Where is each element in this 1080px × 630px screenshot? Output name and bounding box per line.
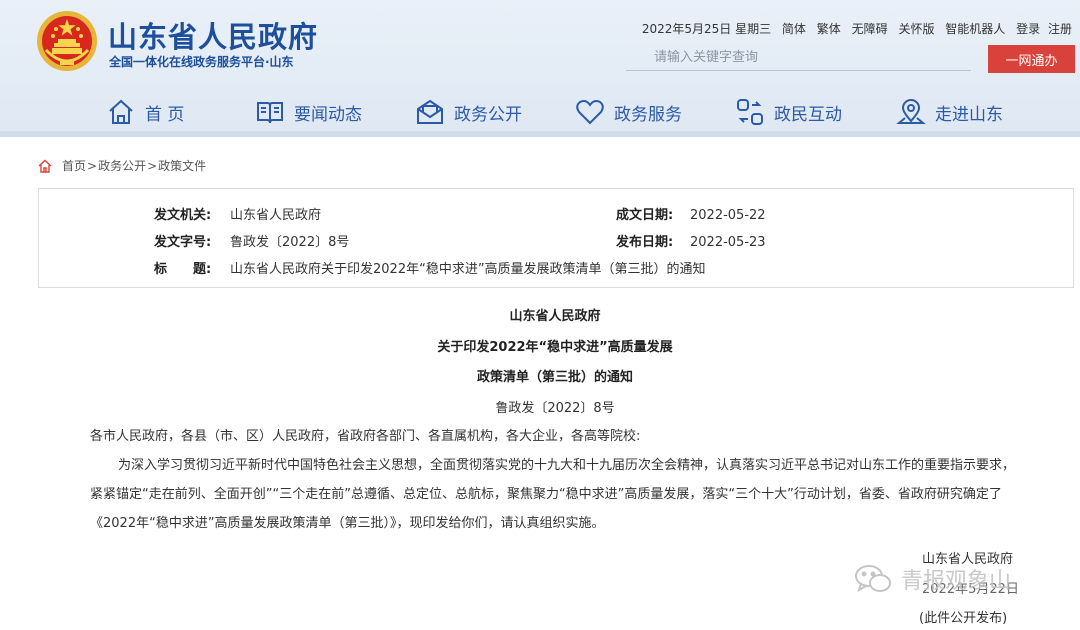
interaction-icon bbox=[737, 99, 763, 125]
register-link[interactable]: 注册 bbox=[1048, 22, 1072, 36]
nav-interaction[interactable]: 政民互动 bbox=[735, 94, 842, 130]
breadcrumb-gov-affairs[interactable]: 政务公开 bbox=[98, 157, 146, 174]
nav-about-shandong[interactable]: 走进山东 bbox=[896, 94, 1003, 130]
breadcrumb-separator: > bbox=[87, 158, 98, 173]
national-emblem-icon bbox=[37, 11, 97, 71]
wechat-watermark: 青报观象山 bbox=[853, 562, 1011, 596]
care-mode-link[interactable]: 关怀版 bbox=[898, 22, 934, 36]
meta-title: 标 题: 山东省人民政府关于印发2022年“稳中求进”高质量发展政策清单（第三批）… bbox=[154, 258, 706, 277]
article-org: 山东省人民政府 bbox=[509, 309, 601, 324]
meta-issuer-value: 山东省人民政府 bbox=[230, 208, 322, 223]
search-input[interactable] bbox=[626, 45, 971, 71]
accessibility-link[interactable]: 无障碍 bbox=[852, 22, 888, 36]
document-meta-box: 发文机关: 山东省人民政府 成文日期: 2022-05-22 发文字号: 鲁政发〔20… bbox=[38, 188, 1074, 288]
home-icon bbox=[38, 159, 52, 173]
breadcrumb: 首页 > 政务公开 > 政策文件 bbox=[37, 157, 206, 174]
envelope-icon bbox=[417, 99, 443, 124]
nav-about-shandong-label: 走进山东 bbox=[935, 104, 1003, 125]
main-nav: 首 页 要闻动态 政务公开 政务服务 政民互动 走进山东 bbox=[0, 94, 1080, 130]
home-icon bbox=[109, 99, 133, 124]
meta-created-label: 成文日期: bbox=[616, 208, 674, 223]
heart-icon bbox=[576, 100, 604, 125]
meta-issuer-label: 发文机关: bbox=[154, 208, 212, 223]
login-link[interactable]: 登录 bbox=[1016, 22, 1040, 36]
article-title-line1: 关于印发2022年“稳中求进”高质量发展 bbox=[437, 340, 673, 355]
wechat-icon bbox=[855, 565, 891, 593]
nav-gov-services-label: 政务服务 bbox=[614, 104, 682, 125]
simplified-link[interactable]: 简体 bbox=[782, 22, 806, 36]
nav-home[interactable]: 首 页 bbox=[106, 94, 184, 130]
book-icon bbox=[257, 102, 283, 124]
breadcrumb-policy-docs[interactable]: 政策文件 bbox=[158, 157, 206, 174]
article-title-line2: 政策清单（第三批）的通知 bbox=[476, 370, 633, 385]
article-docno: 鲁政发〔2022〕8号 bbox=[495, 401, 615, 416]
site-title[interactable]: 山东省人民政府 bbox=[108, 14, 318, 56]
nav-interaction-label: 政民互动 bbox=[774, 104, 842, 125]
meta-issuer: 发文机关: 山东省人民政府 bbox=[154, 204, 321, 223]
nav-gov-affairs[interactable]: 政务公开 bbox=[415, 94, 522, 130]
one-stop-service-button[interactable]: 一网通办 bbox=[988, 45, 1075, 73]
meta-created-value: 2022-05-22 bbox=[690, 208, 766, 223]
meta-docno-value: 鲁政发〔2022〕8号 bbox=[230, 235, 350, 250]
top-links: 2022年5月25日 星期三 简体 繁体 无障碍 关怀版 智能机器人 登录 注册 bbox=[635, 20, 1072, 37]
traditional-link[interactable]: 繁体 bbox=[817, 22, 841, 36]
location-icon bbox=[896, 99, 926, 124]
meta-created-date: 成文日期: 2022-05-22 bbox=[616, 204, 766, 223]
nav-home-label: 首 页 bbox=[145, 104, 185, 125]
nav-news-label: 要闻动态 bbox=[294, 104, 362, 125]
breadcrumb-home[interactable]: 首页 bbox=[62, 157, 86, 174]
nav-news[interactable]: 要闻动态 bbox=[255, 94, 362, 130]
public-release-note: (此件公开发布) bbox=[919, 611, 1008, 626]
article-recipients: 各市人民政府，各县（市、区）人民政府，省政府各部门、各直属机构，各大企业，各高等… bbox=[90, 429, 641, 444]
meta-docno-label: 发文字号: bbox=[154, 235, 212, 250]
site-subtitle: 全国一体化在线政务服务平台·山东 bbox=[109, 55, 294, 69]
meta-published-label: 发布日期: bbox=[616, 235, 674, 250]
robot-link[interactable]: 智能机器人 bbox=[945, 22, 1005, 36]
current-date: 2022年5月25日 星期三 bbox=[641, 22, 772, 36]
nav-gov-affairs-label: 政务公开 bbox=[454, 104, 522, 125]
nav-gov-services[interactable]: 政务服务 bbox=[575, 94, 682, 130]
meta-title-value: 山东省人民政府关于印发2022年“稳中求进”高质量发展政策清单（第三批）的通知 bbox=[230, 262, 706, 277]
meta-published-date: 发布日期: 2022-05-23 bbox=[616, 231, 766, 250]
breadcrumb-separator: > bbox=[147, 158, 158, 173]
article-body: 为深入学习贯彻习近平新时代中国特色社会主义思想，全面贯彻落实党的十九大和十九届历… bbox=[90, 458, 1016, 531]
meta-title-label: 标 题: bbox=[154, 262, 212, 277]
meta-docno: 发文字号: 鲁政发〔2022〕8号 bbox=[154, 231, 349, 250]
watermark-text: 青报观象山 bbox=[901, 569, 1012, 594]
meta-published-value: 2022-05-23 bbox=[690, 235, 766, 250]
site-header: 山东省人民政府 全国一体化在线政务服务平台·山东 2022年5月25日 星期三 … bbox=[0, 0, 1080, 137]
